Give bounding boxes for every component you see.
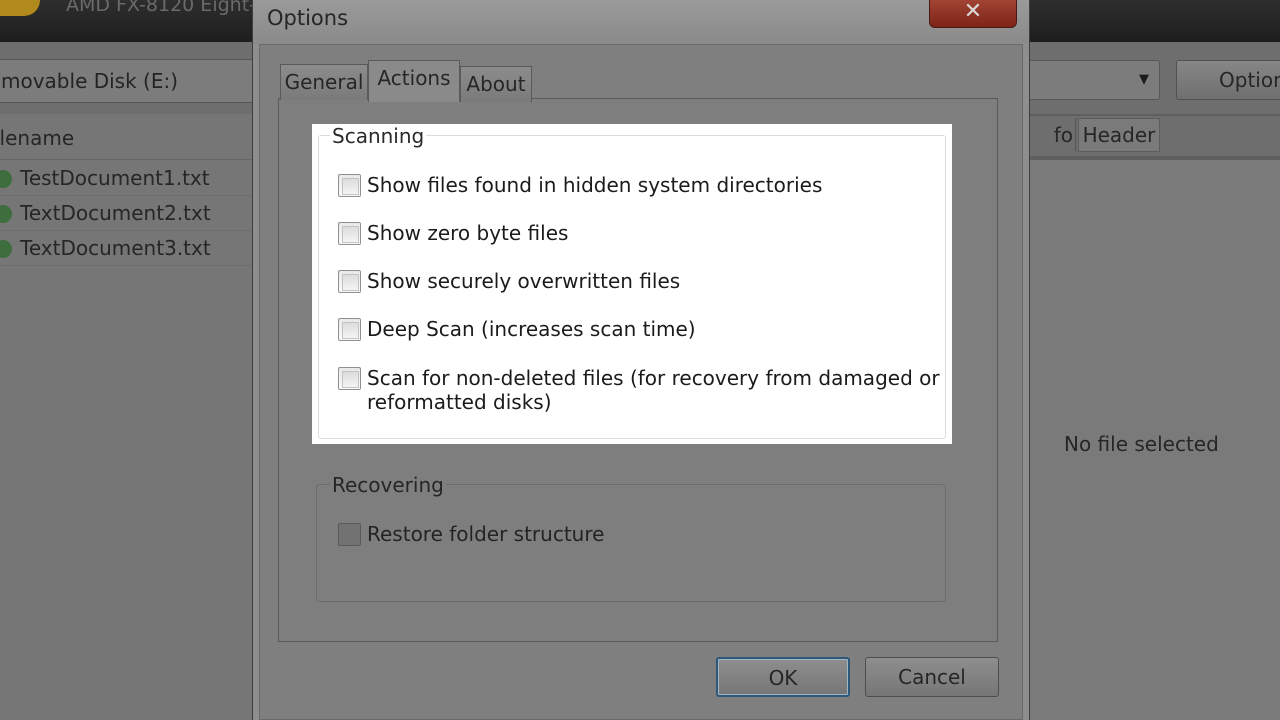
checkbox[interactable]: [338, 174, 361, 197]
checkbox[interactable]: [338, 367, 361, 390]
recovering-group-label: Recovering: [330, 473, 446, 497]
tab-actions[interactable]: Actions: [368, 60, 460, 102]
scanning-group-label: Scanning: [330, 124, 427, 148]
file-status-icon: [0, 170, 12, 188]
dialog-title: Options: [267, 6, 349, 30]
tab-info[interactable]: fo: [1030, 118, 1076, 152]
drive-selector[interactable]: movable Disk (E:): [0, 59, 254, 103]
file-status-icon: [0, 205, 12, 223]
app-title: AMD FX-8120 Eight-C: [66, 0, 270, 16]
checkbox[interactable]: [338, 270, 361, 293]
checkbox[interactable]: [338, 523, 361, 546]
file-name: TestDocument1.txt: [20, 166, 210, 190]
dropdown-arrow-icon: ▼: [1139, 72, 1149, 87]
filename-column-header[interactable]: ilename: [0, 116, 256, 160]
file-name: TextDocument3.txt: [20, 236, 211, 260]
tab-about[interactable]: About: [460, 66, 532, 102]
tab-general[interactable]: General: [280, 64, 368, 100]
dialog-titlebar[interactable]: Options: [253, 0, 1029, 44]
no-file-message: No file selected: [1064, 432, 1219, 456]
file-row[interactable]: TextDocument3.txt: [0, 231, 256, 266]
file-name: TextDocument2.txt: [20, 201, 211, 225]
file-row[interactable]: TextDocument2.txt: [0, 196, 256, 231]
cancel-button[interactable]: Cancel: [865, 657, 999, 697]
tab-header[interactable]: Header: [1078, 118, 1160, 152]
ok-button[interactable]: OK: [716, 657, 850, 697]
file-row[interactable]: TestDocument1.txt: [0, 161, 256, 196]
options-button[interactable]: Option: [1176, 60, 1280, 100]
checkbox[interactable]: [338, 318, 361, 341]
checkbox[interactable]: [338, 222, 361, 245]
close-button[interactable]: ✕: [929, 0, 1017, 28]
file-status-icon: [0, 240, 12, 258]
filter-combo[interactable]: ▼: [1026, 60, 1160, 100]
